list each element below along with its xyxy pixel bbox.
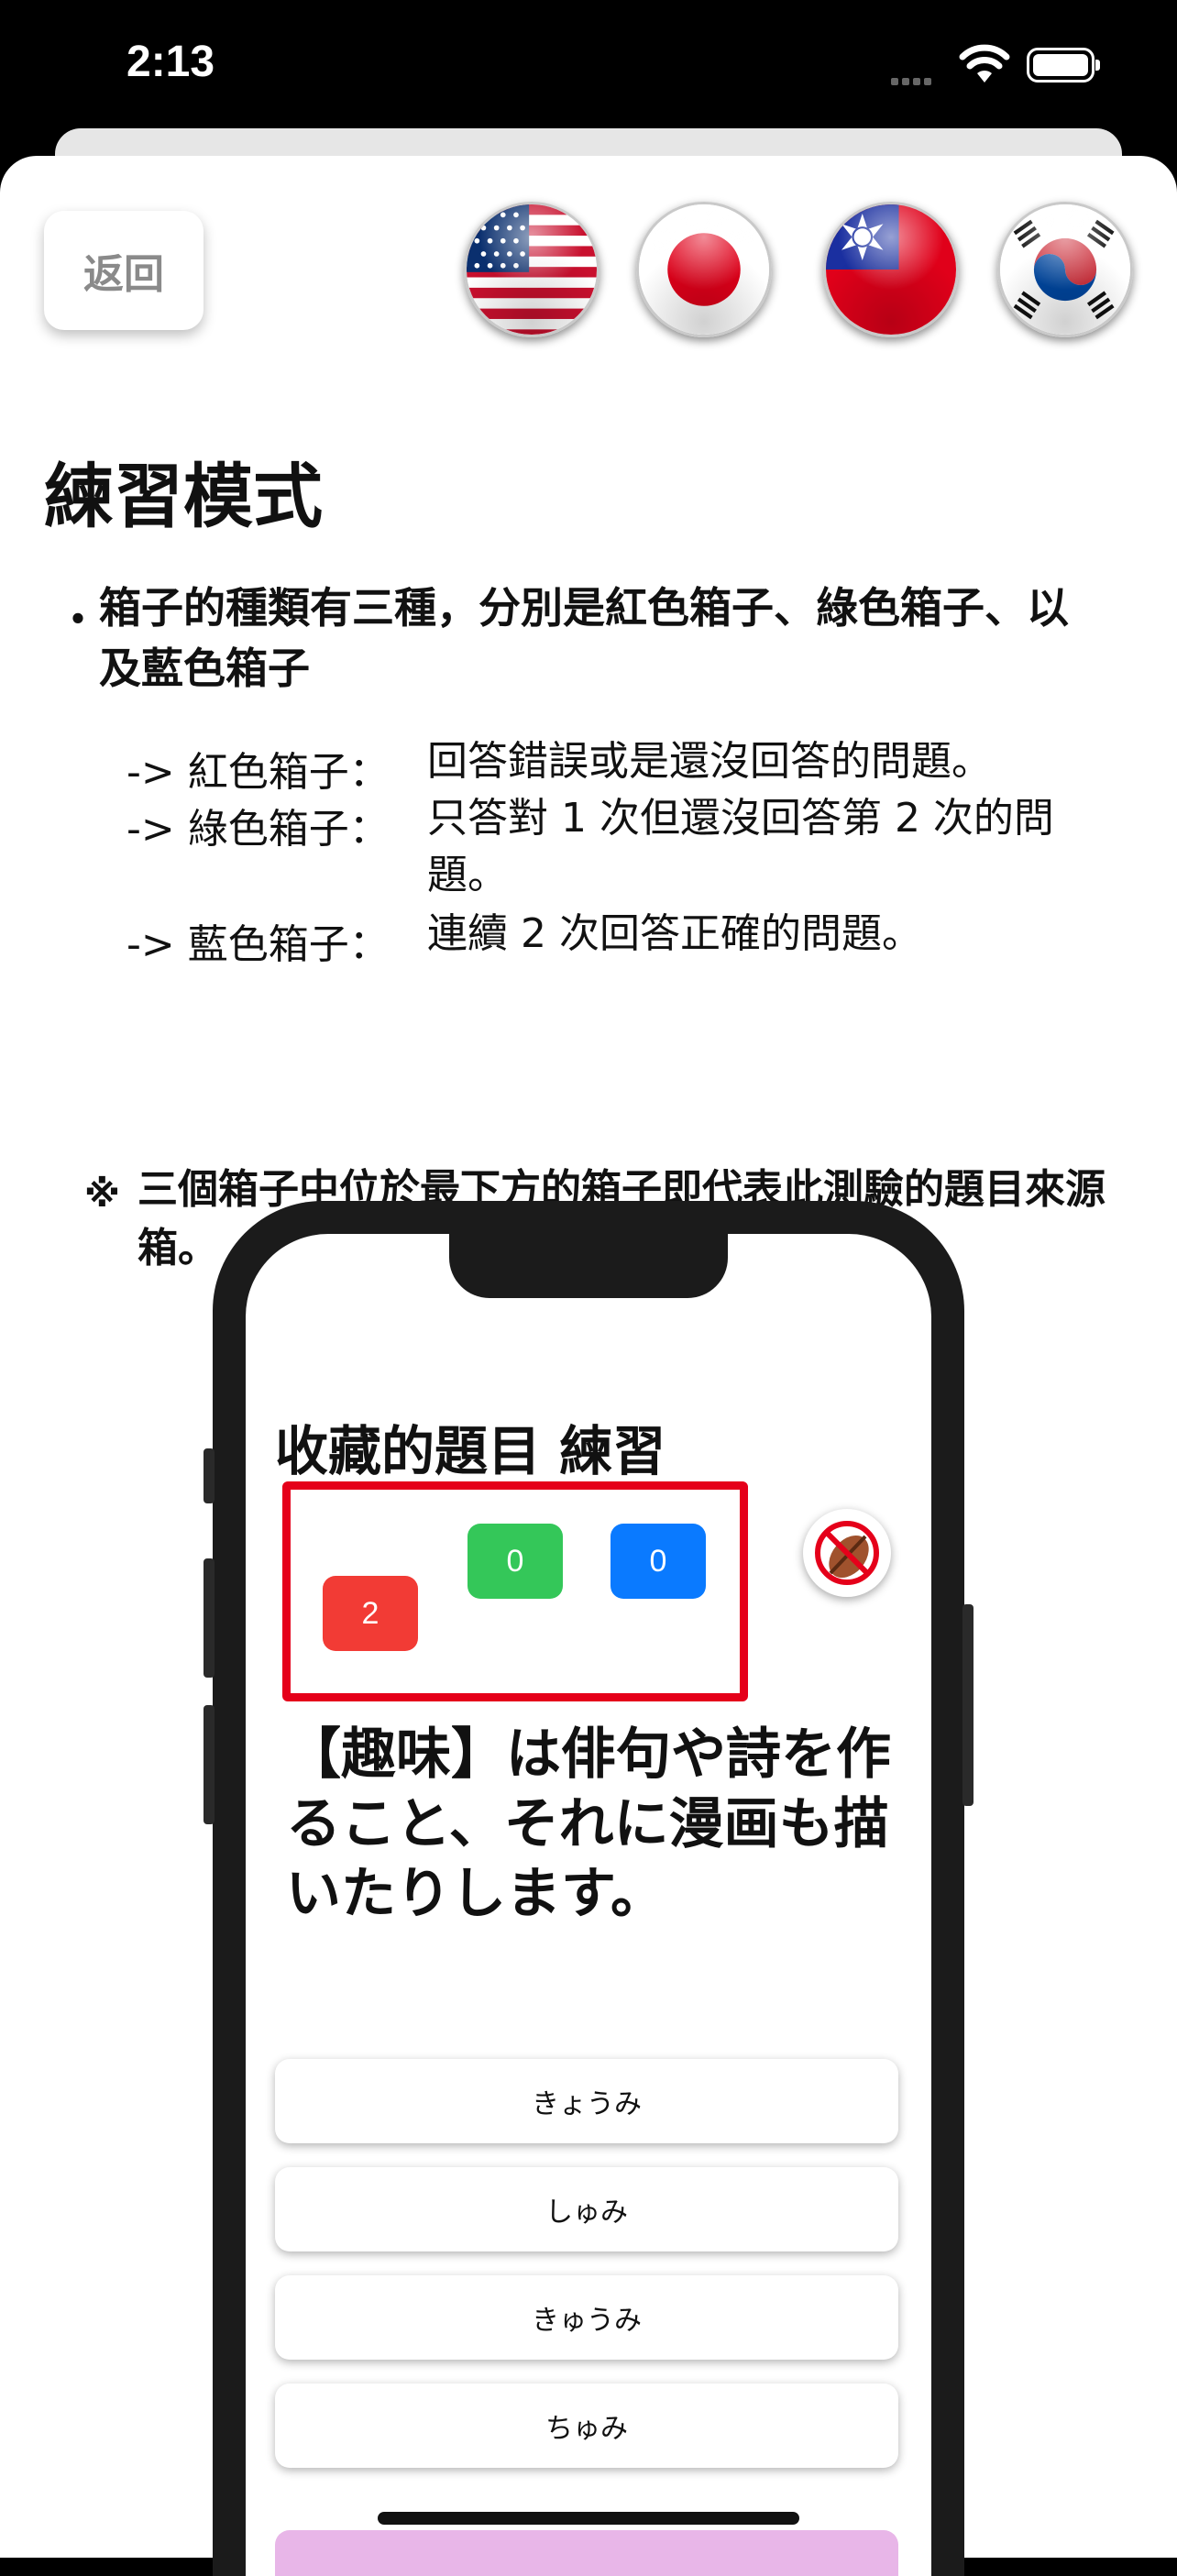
box-types-intro: 箱子的種類有三種，分別是紅色箱子、綠色箱子、以及藍色箱子 [99, 583, 1069, 693]
phone-side-button [204, 1448, 214, 1503]
answer-option[interactable]: しゅみ [275, 2167, 898, 2251]
phone-mockup-image: 收藏的題目 練習 2 0 0 【趣味】は俳句や詩を作ること、それに漫画も描いたり… [204, 1201, 974, 2576]
phone-notch [449, 1234, 728, 1298]
mockup-bottom-button [275, 2530, 898, 2576]
page-title: 練習模式 [44, 456, 323, 537]
home-indicator [378, 2512, 799, 2525]
us-flag-icon[interactable] [464, 202, 600, 337]
korea-flag-icon[interactable] [997, 202, 1133, 337]
cellular-signal-icon [891, 72, 935, 89]
blue-box-label: -> 藍色箱子： [126, 921, 390, 968]
green-box-desc: 只答對 1 次但還沒回答第 2 次的問題。 [427, 795, 1054, 898]
blue-box-counter: 0 [610, 1524, 706, 1599]
question-text: 【趣味】は俳句や詩を作ること、それに漫画も描いたりします。 [286, 1723, 891, 1926]
red-box-label: -> 紅色箱子： [126, 749, 390, 796]
phone-side-button [204, 1558, 214, 1678]
green-box-label: -> 綠色箱子： [126, 806, 390, 853]
wifi-icon [959, 44, 1010, 83]
battery-icon [1027, 48, 1100, 83]
bullet-mark: ・ [57, 595, 99, 644]
answer-option[interactable]: きゅうみ [275, 2275, 898, 2360]
taiwan-flag-icon[interactable] [823, 202, 959, 337]
status-bar: 2:13 [0, 0, 1177, 138]
back-button[interactable]: 返回 [44, 211, 204, 330]
answer-option[interactable]: ちゅみ [275, 2383, 898, 2468]
red-box-counter: 2 [323, 1576, 418, 1651]
phone-side-button [962, 1604, 974, 1806]
answer-option[interactable]: きょうみ [275, 2059, 898, 2143]
phone-side-button [204, 1705, 214, 1824]
mockup-title: 收藏的題目 練習 [275, 1420, 666, 1482]
green-box-counter: 0 [468, 1524, 563, 1599]
no-music-icon [803, 1509, 891, 1597]
japan-flag-icon[interactable] [636, 202, 772, 337]
red-box-desc: 回答錯誤或是還沒回答的問題。 [427, 738, 992, 785]
status-time: 2:13 [126, 38, 215, 86]
note-mark: ※ [84, 1173, 120, 1216]
blue-box-desc: 連續 2 次回答正確的問題。 [427, 910, 922, 957]
phone-screen: 收藏的題目 練習 2 0 0 【趣味】は俳句や詩を作ること、それに漫画も描いたり… [246, 1234, 931, 2576]
